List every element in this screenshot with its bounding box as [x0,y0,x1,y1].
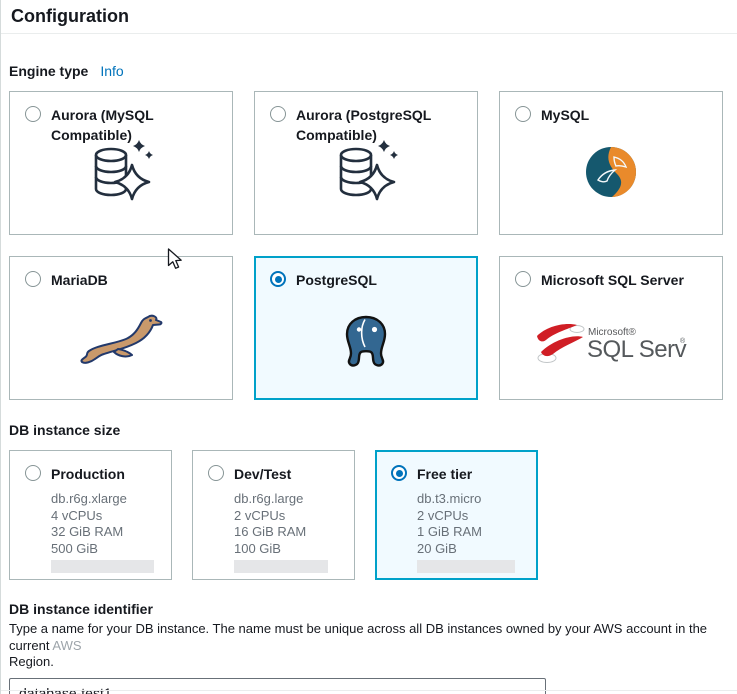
section-divider [1,690,737,691]
postgresql-elephant-icon [255,314,477,368]
size-tile-dev-test[interactable]: Dev/Test db.r6g.large 2 vCPUs 16 GiB RAM… [192,450,355,580]
redacted-price-bar [234,560,328,573]
spec-ram: 32 GiB RAM [51,524,163,541]
radio-button[interactable] [25,106,41,122]
redacted-price-bar [51,560,154,573]
sqlserver-reg-mark: ® [680,337,686,345]
radio-button[interactable] [515,271,531,287]
radio-button-checked[interactable] [391,465,407,481]
size-tile-title: Free tier [417,464,472,484]
engine-tile-title: MySQL [541,105,589,125]
microsoft-sql-server-logo: Microsoft® SQL Server ® [500,321,722,365]
spec-instance-class: db.r6g.large [234,491,346,508]
engine-tile-title: MariaDB [51,270,108,290]
engine-tile-aurora-mysql[interactable]: Aurora (MySQL Compatible) [9,91,233,235]
spec-vcpus: 4 vCPUs [51,508,163,525]
engine-type-grid: Aurora (MySQL Compatible) [9,91,722,400]
size-specs: db.t3.micro 2 vCPUs 1 GiB RAM 20 GiB [376,484,537,573]
size-specs: db.r6g.large 2 vCPUs 16 GiB RAM 100 GiB [193,484,354,573]
radio-button[interactable] [208,465,224,481]
size-tile-title: Dev/Test [234,464,291,484]
db-instance-size-grid: Production db.r6g.xlarge 4 vCPUs 32 GiB … [9,450,722,580]
spec-instance-class: db.r6g.xlarge [51,491,163,508]
engine-tile-mysql[interactable]: MySQL [499,91,723,235]
radio-button[interactable] [25,465,41,481]
radio-button[interactable] [270,106,286,122]
mysql-dolphin-icon [500,146,722,198]
spec-instance-class: db.t3.micro [417,491,529,508]
db-instance-identifier-label: DB instance identifier [9,601,722,617]
spec-vcpus: 2 vCPUs [417,508,529,525]
spec-storage: 100 GiB [234,541,346,558]
radio-button-checked[interactable] [270,271,286,287]
db-instance-identifier-description: Type a name for your DB instance. The na… [9,621,722,671]
radio-button[interactable] [515,106,531,122]
aurora-database-sparkle-icon [10,139,232,205]
spec-storage: 500 GiB [51,541,163,558]
engine-tile-title: PostgreSQL [296,270,377,290]
engine-type-label: Engine type [9,63,88,79]
aurora-database-sparkle-icon [255,139,477,205]
engine-tile-sql-server[interactable]: Microsoft SQL Server Microsoft® SQL Serv… [499,256,723,400]
spec-ram: 1 GiB RAM [417,524,529,541]
spec-storage: 20 GiB [417,541,529,558]
panel-header: Configuration [1,0,737,34]
redacted-price-bar [417,560,515,573]
engine-tile-title: Microsoft SQL Server [541,270,684,290]
db-instance-size-label: DB instance size [9,422,120,438]
size-specs: db.r6g.xlarge 4 vCPUs 32 GiB RAM 500 GiB [10,484,171,573]
engine-tile-aurora-postgresql[interactable]: Aurora (PostgreSQL Compatible) [254,91,478,235]
size-tile-title: Production [51,464,125,484]
page-title: Configuration [11,7,721,25]
spec-ram: 16 GiB RAM [234,524,346,541]
description-tail: AWS [52,638,81,653]
engine-tile-postgresql[interactable]: PostgreSQL [254,256,478,400]
engine-tile-mariadb[interactable]: MariaDB [9,256,233,400]
spec-vcpus: 2 vCPUs [234,508,346,525]
size-tile-free-tier[interactable]: Free tier db.t3.micro 2 vCPUs 1 GiB RAM … [375,450,538,580]
db-instance-identifier-input[interactable] [9,678,546,694]
sqlserver-product-text: SQL Server [587,336,687,363]
engine-type-info-link[interactable]: Info [100,63,123,79]
configuration-panel: Configuration Engine type Info Aurora (M… [0,0,737,694]
size-tile-production[interactable]: Production db.r6g.xlarge 4 vCPUs 32 GiB … [9,450,172,580]
radio-button[interactable] [25,271,41,287]
mariadb-sealion-icon [10,311,232,369]
